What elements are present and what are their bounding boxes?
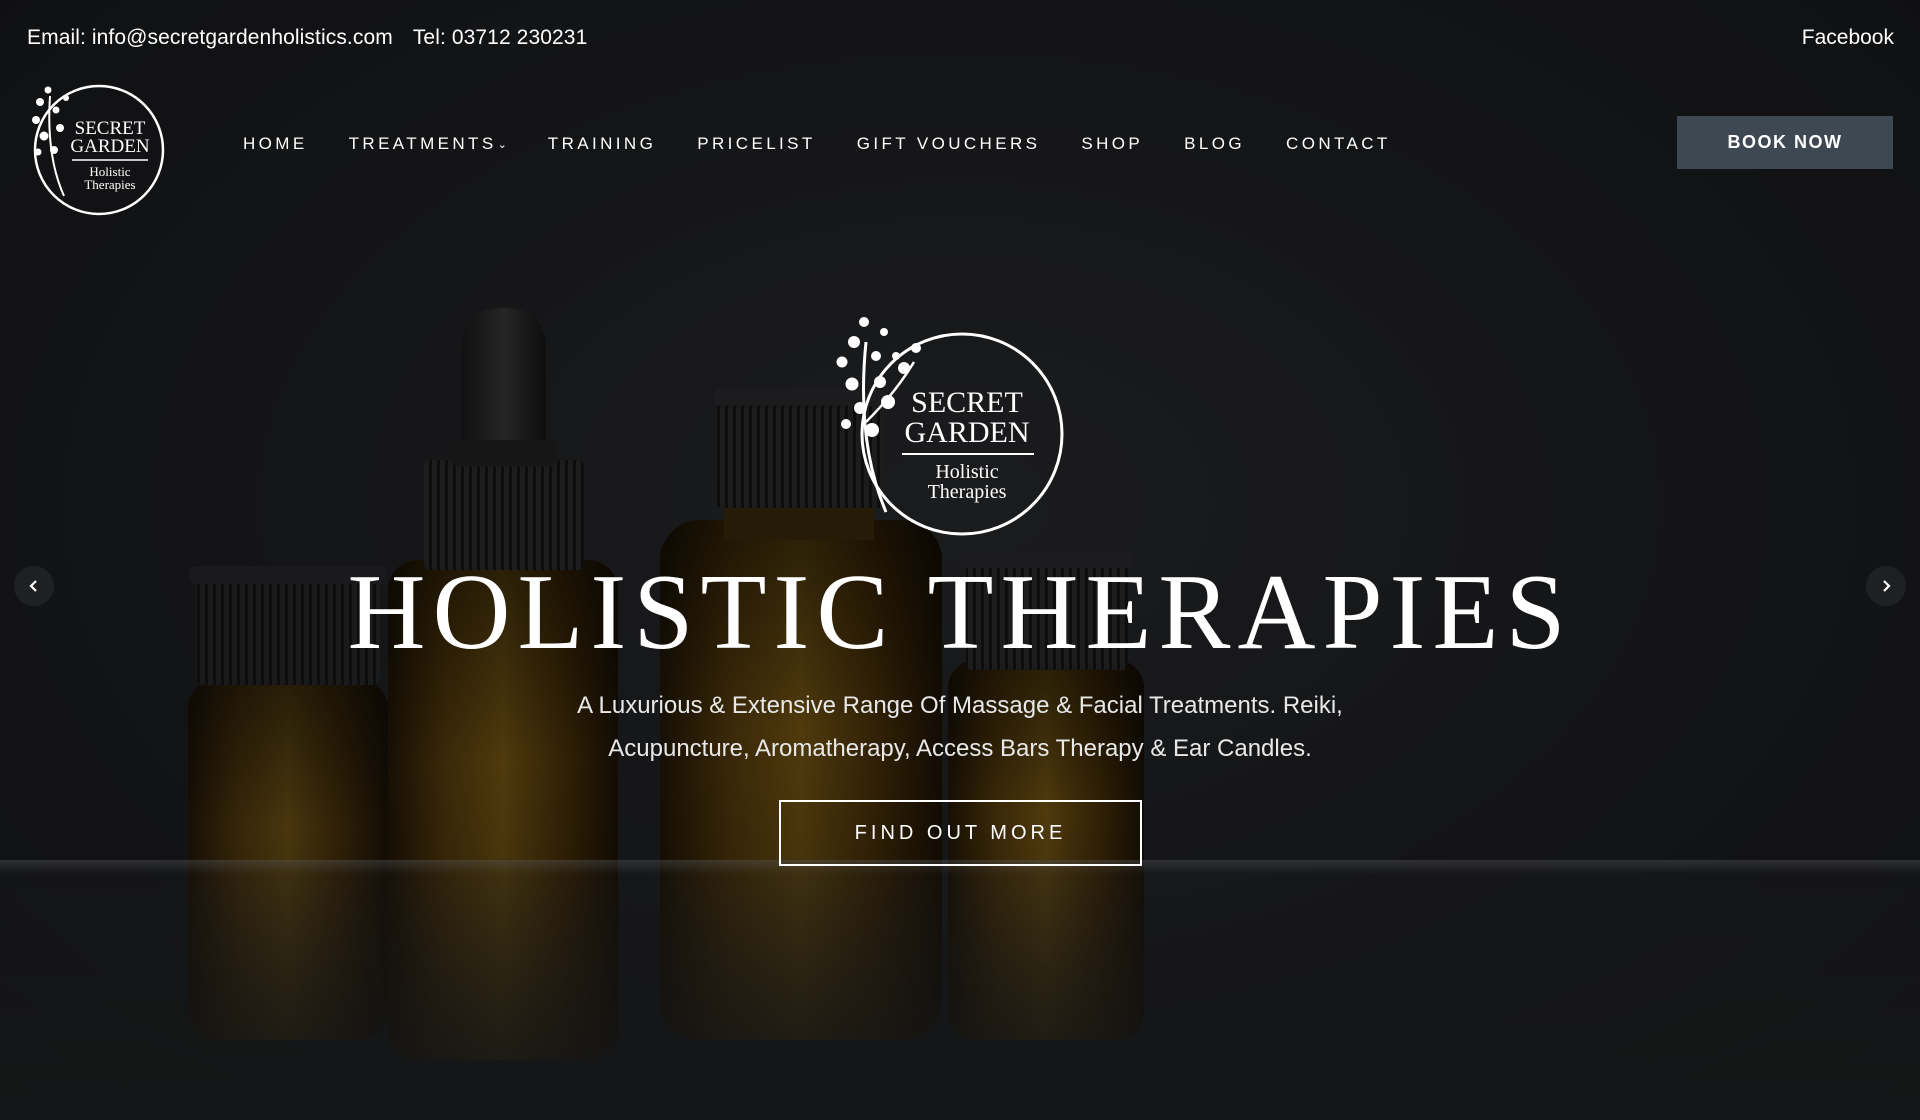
book-now-button[interactable]: BOOK NOW — [1677, 116, 1893, 169]
nav-item-pricelist[interactable]: PRICELIST — [697, 134, 815, 154]
nav-label-blog: BLOG — [1184, 134, 1246, 153]
nav-label-pricelist: PRICELIST — [697, 134, 816, 153]
hero-subtitle: A Luxurious & Extensive Range Of Massage… — [510, 684, 1410, 770]
hero-logo: SECRET GARDEN Holistic Therapies — [836, 317, 1064, 536]
hero-logo-text-therapies: Therapies — [928, 481, 1007, 503]
nav-item-contact[interactable]: CONTACT — [1286, 134, 1391, 154]
nav-label-training: TRAINING — [547, 134, 657, 153]
nav-item-gift-vouchers[interactable]: GIFT VOUCHERS — [857, 134, 1041, 154]
nav-item-blog[interactable]: BLOG — [1184, 134, 1245, 154]
nav-item-shop[interactable]: SHOP — [1081, 134, 1143, 154]
hero-logo-text-garden: GARDEN — [905, 416, 1030, 449]
hero-subtitle-line-1: A Luxurious & Extensive Range Of Massage… — [577, 692, 1343, 719]
top-bar: Email: info@secretgardenholistics.com Tel… — [0, 0, 1920, 80]
hero-subtitle-line-2: Acupuncture, Aromatherapy, Access Bars T… — [608, 735, 1312, 762]
nav-label-treatments: TREATMENTS — [348, 134, 497, 153]
facebook-link[interactable]: Facebook — [1802, 26, 1894, 50]
chevron-down-icon: ⌄ — [497, 139, 507, 151]
hero-logo-text-secret: SECRET — [911, 386, 1023, 419]
site-logo[interactable]: SECRET GARDEN Holistic Therapies — [26, 76, 174, 216]
nav-item-treatments[interactable]: TREATMENTS⌄ — [349, 134, 507, 154]
email-link[interactable]: Email: info@secretgardenholistics.com — [27, 26, 393, 49]
shelf-reflection — [0, 860, 1920, 1120]
hero-title: HOLISTIC THERAPIES — [347, 553, 1573, 672]
nav-label-contact: CONTACT — [1286, 134, 1391, 153]
phone-link[interactable]: Tel: 03712 230231 — [413, 26, 588, 49]
nav-label-shop: SHOP — [1081, 134, 1144, 153]
nav-label-home: HOME — [243, 134, 308, 153]
main-nav: HOME TREATMENTS⌄ TRAINING PRICELIST GIFT… — [243, 134, 1432, 154]
hero-logo-text-holistic: Holistic — [935, 461, 998, 483]
page: Email: info@secretgardenholistics.com Tel… — [0, 0, 1920, 1120]
find-out-more-button[interactable]: FIND OUT MORE — [779, 800, 1142, 866]
logo-text-garden: GARDEN — [70, 136, 149, 157]
nav-item-training[interactable]: TRAINING — [548, 134, 656, 154]
nav-item-home[interactable]: HOME — [243, 134, 308, 154]
logo-text-therapies: Therapies — [84, 177, 135, 192]
nav-label-gift-vouchers: GIFT VOUCHERS — [856, 134, 1041, 153]
contact-info: Email: info@secretgardenholistics.com Tel… — [27, 26, 587, 50]
